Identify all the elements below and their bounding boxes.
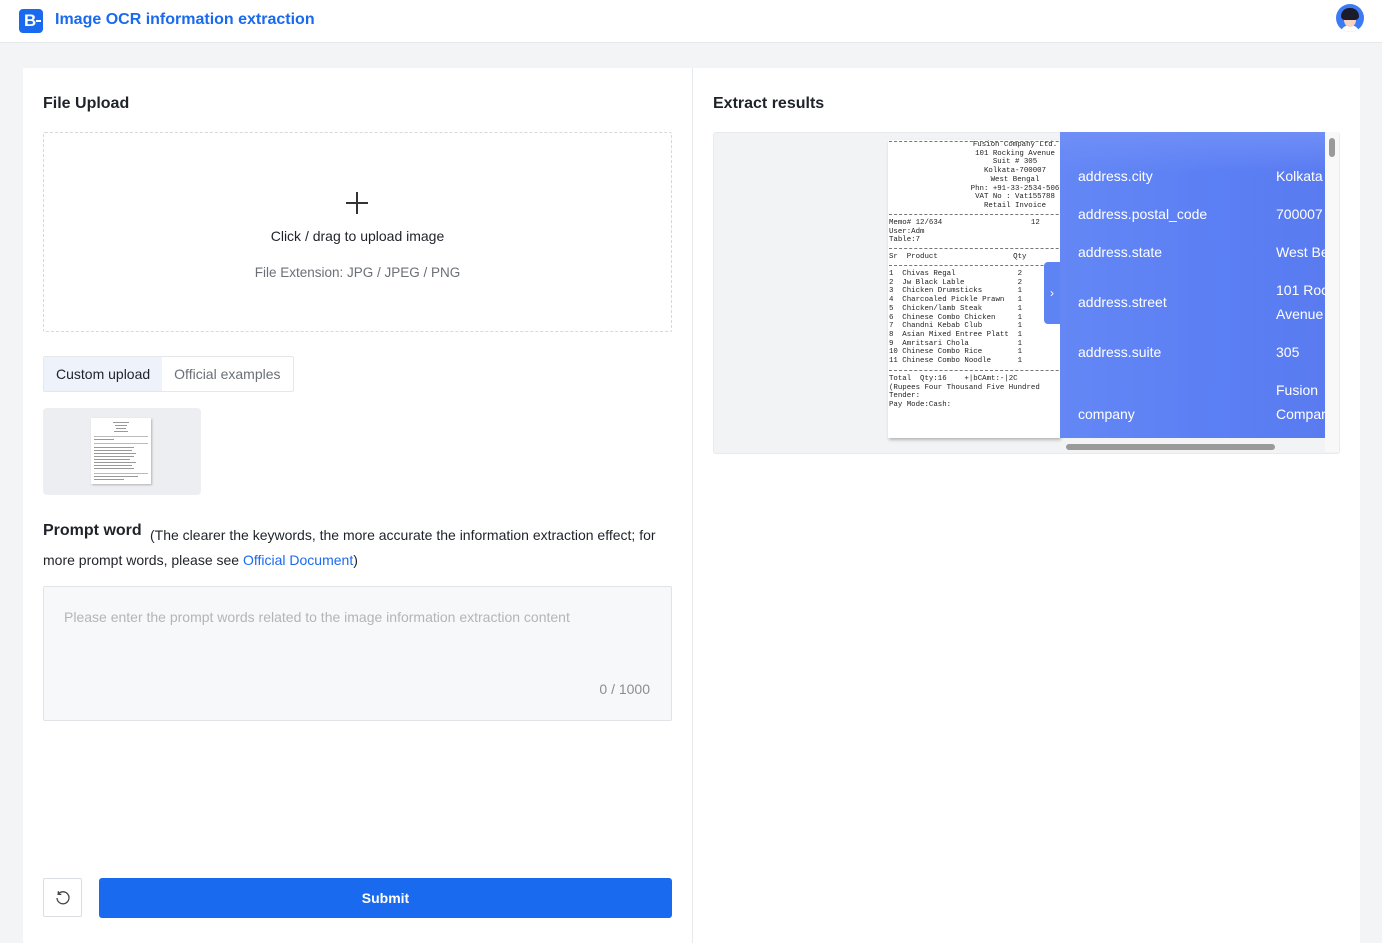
receipt-text: Pay Mode:Cash:	[889, 401, 952, 410]
receipt-divider	[889, 141, 1060, 142]
top-bar: B Image OCR information extraction	[0, 0, 1382, 43]
submit-button[interactable]: Submit	[99, 878, 672, 918]
results-vertical-scroll-thumb[interactable]	[1329, 138, 1335, 157]
receipt-item: 11 Chinese Combo Noodle 1	[889, 357, 1023, 366]
tab-custom-upload[interactable]: Custom upload	[44, 357, 163, 391]
panel-divider	[692, 68, 693, 943]
tab-official-examples[interactable]: Official examples	[162, 357, 292, 391]
user-avatar-icon[interactable]	[1336, 4, 1364, 32]
receipt-item: 7 Chandni Kebab Club 1	[889, 322, 1023, 331]
prompt-input[interactable]	[44, 587, 671, 720]
receipt-item: 1 Chivas Regal 2	[889, 270, 1023, 278]
app-logo-icon: B	[19, 9, 43, 33]
result-key: address.postal_code	[1078, 206, 1208, 222]
result-key: company	[1078, 406, 1135, 422]
results-horizontal-scroll-thumb[interactable]	[1066, 444, 1275, 450]
result-key: address.suite	[1078, 344, 1162, 360]
file-upload-title: File Upload	[43, 95, 130, 112]
receipt-header: Fusion Company Ltd. 101 Rocking Avenue S…	[950, 141, 1060, 211]
refresh-icon	[56, 891, 70, 905]
receipt-divider	[889, 265, 1060, 266]
upload-hint: File Extension: JPG / JPEG / PNG	[254, 265, 461, 280]
receipt-text: Total Qty:16 +|bCAmt:-|2C	[889, 375, 1018, 383]
receipt-text: Kolkata-700007	[983, 167, 1047, 176]
result-key: address.street	[1078, 294, 1167, 310]
plus-icon[interactable]	[346, 192, 368, 214]
result-key: address.state	[1078, 244, 1163, 260]
chevron-right-icon[interactable]: ›	[1044, 262, 1060, 324]
receipt-text: Retail Invoice	[983, 201, 1047, 210]
receipt-text: (Rupees Four Thousand Five Hundred	[889, 383, 1040, 392]
receipt-item: 2 Jw Black Lable 2	[889, 278, 1023, 287]
receipt-item: 4 Charcoaled Pickle Prawn 1	[889, 296, 1023, 305]
receipt-columns: Sr Product Qty	[889, 253, 1027, 261]
receipt-text: User:Adm	[889, 227, 925, 236]
result-value: 101 Roc Avenue	[1276, 282, 1325, 322]
receipt-divider	[889, 214, 1060, 215]
receipt-text: VAT No : Vat155788	[975, 193, 1055, 202]
receipt-item: 3 Chicken Drumsticks 1	[889, 287, 1023, 296]
receipt-item: 6 Chinese Combo Chicken 1	[889, 313, 1023, 322]
receipt-items: 1 Chivas Regal 2 2 Jw Black Lable 2 3 Ch…	[889, 270, 1060, 366]
receipt-text: Table:7	[889, 236, 921, 245]
result-value: Kolkata	[1276, 168, 1323, 184]
receipt-item: 5 Chicken/lamb Steak 1	[889, 304, 1023, 313]
receipt-text: Memo# 12/634 12	[889, 219, 1040, 227]
receipt-text: Phn: +91-33-2534-506	[970, 184, 1060, 193]
result-value: 305	[1276, 344, 1300, 360]
result-value: 700007	[1276, 206, 1323, 222]
extraction-results-panel: address.city Kolkata address.postal_code…	[1060, 132, 1325, 438]
receipt-text: Tender:	[889, 392, 921, 401]
prompt-desc-close: )	[353, 552, 358, 568]
result-value: West Be	[1276, 244, 1325, 260]
upload-tabs: Custom upload Official examples	[43, 356, 294, 392]
receipt-total: Total Qty:16 +|bCAmt:-|2C (Rupees Four T…	[889, 375, 1060, 410]
receipt-item: 9 Amritsari Chola 1	[889, 339, 1023, 348]
official-document-link[interactable]: Official Document	[243, 552, 353, 568]
receipt-text: Fusion Company Ltd.	[972, 141, 1058, 149]
receipt-item: 10 Chinese Combo Rice 1	[889, 348, 1023, 357]
receipt-item: 8 Asian Mixed Entree Platt 1	[889, 330, 1023, 339]
upload-label: Click / drag to upload image	[270, 228, 445, 244]
receipt-text: 101 Rocking Avenue	[975, 149, 1055, 158]
result-value: Fusion Compar Ltd.	[1276, 382, 1325, 422]
char-counter: 0 / 1000	[599, 681, 650, 697]
app-title: Image OCR information extraction	[55, 11, 315, 28]
receipt-text: West Bengal	[990, 175, 1040, 184]
results-vertical-scrollbar[interactable]	[1325, 132, 1339, 452]
reset-button[interactable]	[43, 878, 82, 917]
receipt-thumbnail-image[interactable]	[91, 418, 151, 484]
extract-results-title: Extract results	[713, 95, 825, 112]
result-key: address.city	[1078, 168, 1153, 184]
prompt-textarea-container: 0 / 1000	[43, 586, 672, 721]
receipt-memo: Memo# 12/634 12 User:Adm Table:7	[889, 219, 1040, 245]
receipt-text: Suit # 305	[992, 158, 1038, 167]
prompt-description: (The clearer the keywords, the more accu…	[43, 523, 673, 573]
receipt-image: Fusion Company Ltd. 101 Rocking Avenue S…	[888, 140, 1060, 438]
receipt-divider	[889, 370, 1060, 371]
receipt-divider	[889, 248, 1060, 249]
